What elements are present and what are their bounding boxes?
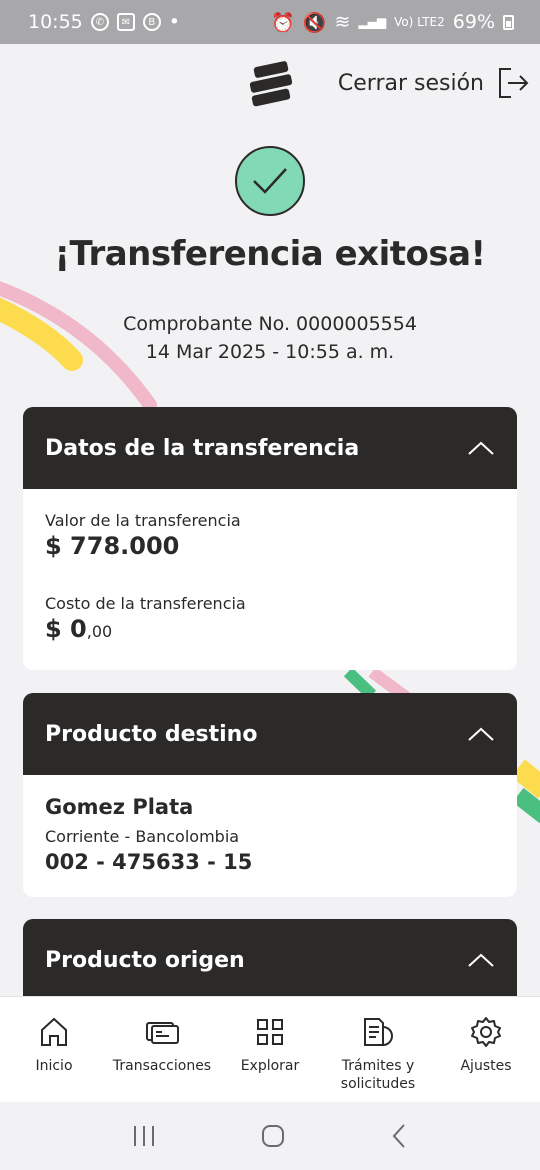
nav-label: Inicio: [35, 1058, 73, 1074]
battery-icon: [503, 14, 514, 30]
gear-icon: [471, 1017, 501, 1047]
receipt-number: Comprobante No. 0000005554: [123, 313, 417, 335]
nav-label: Trámites y solicitudes: [340, 1058, 416, 1092]
transfer-cost-label: Costo de la transferencia: [45, 594, 246, 613]
recent-apps-icon[interactable]: [131, 1124, 157, 1148]
transfer-value: $ 778.000: [45, 532, 180, 560]
chevron-up-icon: [468, 441, 494, 455]
transfer-cost-cents: ,00: [86, 622, 113, 641]
bottom-navigation: Inicio Transacciones Explorar Trámites y…: [0, 996, 540, 1102]
grid-icon: [257, 1019, 283, 1045]
whatsapp-icon: ✆: [90, 13, 109, 31]
mail-icon: ✉: [116, 13, 135, 31]
origin-product-header[interactable]: Producto origen: [23, 919, 517, 1001]
destination-name: Gomez Plata: [45, 795, 194, 819]
nav-item-explorar[interactable]: Explorar: [216, 997, 324, 1102]
card-title: Producto destino: [45, 721, 258, 747]
receipt-datetime: 14 Mar 2025 - 10:55 a. m.: [145, 341, 395, 363]
android-navigation-bar: [0, 1102, 540, 1170]
destination-type: Corriente - Bancolombia: [45, 827, 240, 846]
page-title: ¡Transferencia exitosa!: [54, 234, 486, 274]
nav-item-inicio[interactable]: Inicio: [0, 997, 108, 1102]
wifi-icon: ≋: [334, 11, 351, 33]
transfer-data-card: Datos de la transferencia Valor de la tr…: [23, 407, 517, 670]
destination-product-card: Producto destino Gomez Plata Corriente -…: [23, 693, 517, 897]
status-bar: 10:55 ✆ ✉ B • ⏰ 🔇 ≋ ▂▄▆ Vo) LTE2 69%: [0, 0, 540, 44]
network-label: Vo) LTE2: [394, 15, 445, 29]
home-icon: [41, 1017, 67, 1046]
receipt-info: Comprobante No. 0000005554 14 Mar 2025 -…: [0, 310, 540, 366]
destination-product-header[interactable]: Producto destino: [23, 693, 517, 775]
nav-label: Transacciones: [112, 1058, 212, 1074]
alarm-icon: ⏰: [271, 11, 295, 34]
card-title: Producto origen: [45, 947, 245, 973]
chevron-up-icon: [468, 727, 494, 741]
logout-label: Cerrar sesión: [337, 70, 484, 96]
card-title: Datos de la transferencia: [45, 435, 360, 461]
nav-label: Explorar: [240, 1058, 300, 1074]
transactions-icon: [146, 1022, 179, 1044]
dot-icon: •: [168, 11, 180, 33]
transfer-data-header[interactable]: Datos de la transferencia: [23, 407, 517, 489]
app-header: Cerrar sesión: [0, 44, 540, 130]
nav-label: Ajustes: [460, 1058, 512, 1074]
mute-icon: 🔇: [302, 11, 327, 34]
back-icon[interactable]: [389, 1123, 409, 1149]
destination-number: 002 - 475633 - 15: [45, 850, 253, 874]
nav-item-transacciones[interactable]: Transacciones: [108, 997, 216, 1102]
documents-icon: [364, 1018, 393, 1046]
nav-item-ajustes[interactable]: Ajustes: [432, 997, 540, 1102]
logout-icon: [499, 68, 529, 98]
signal-icon: ▂▄▆: [358, 15, 387, 29]
transfer-cost-main: $ 0: [45, 615, 87, 643]
bancolombia-logo: [248, 60, 294, 107]
status-time: 10:55: [28, 11, 83, 33]
b-app-icon: B: [142, 13, 161, 31]
battery-percent: 69%: [452, 11, 495, 33]
success-check-icon: [235, 146, 305, 216]
home-button-icon[interactable]: [260, 1123, 286, 1149]
logout-button[interactable]: Cerrar sesión: [338, 66, 530, 100]
transfer-value-label: Valor de la transferencia: [45, 511, 241, 530]
transfer-cost: $ 0,00: [45, 615, 495, 643]
chevron-up-icon: [468, 953, 494, 967]
nav-item-tramites[interactable]: Trámites y solicitudes: [324, 997, 432, 1102]
